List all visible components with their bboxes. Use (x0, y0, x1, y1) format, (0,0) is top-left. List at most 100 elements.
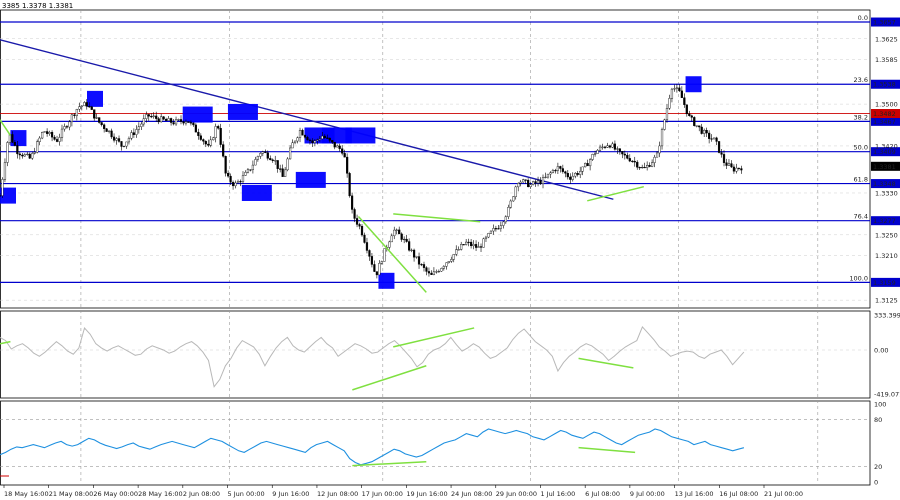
candle-body (28, 153, 31, 159)
candle-body (722, 154, 726, 163)
candle-body (125, 141, 128, 147)
candle-body (323, 135, 326, 139)
candle-body (425, 267, 428, 272)
candle-body (601, 146, 604, 148)
candle-body (95, 117, 98, 119)
candle-body (65, 126, 69, 128)
candle-body (11, 134, 14, 143)
candle-body (670, 88, 674, 99)
candle-body (18, 153, 21, 156)
candle-body (603, 146, 607, 148)
candle-body (219, 127, 222, 145)
candle-body (405, 238, 408, 242)
cci-tick-label: -419.071 (874, 391, 900, 399)
candle-body (675, 87, 679, 89)
candle-body (442, 266, 445, 269)
candle-body (16, 145, 19, 155)
candle-body (152, 115, 155, 117)
candle-body (710, 138, 713, 140)
candle-body (58, 137, 61, 142)
candle-body (678, 87, 681, 92)
candle-body (422, 264, 426, 268)
candle-body (472, 244, 475, 247)
candle-body (189, 122, 193, 124)
candle-body (363, 234, 366, 243)
candle-body (693, 117, 696, 126)
price-tick-label: 1.3125 (875, 297, 898, 305)
candle-body (85, 102, 88, 107)
candle-body (641, 166, 644, 169)
candle-body (127, 138, 131, 143)
candle-body (286, 158, 289, 171)
candle-body (529, 184, 532, 188)
candle-body (70, 114, 74, 123)
candle-body (350, 195, 354, 210)
candle-body (333, 141, 336, 148)
candle-body (43, 131, 46, 133)
candle-body (395, 229, 398, 231)
candle-body (717, 141, 721, 153)
candle-body (358, 224, 361, 227)
time-label: 5 Jun 00:00 (228, 490, 265, 498)
candle-body (46, 131, 49, 134)
signal-box (378, 272, 395, 289)
fib-level-percent: 23.6 (854, 76, 868, 84)
candle-body (581, 166, 584, 172)
candle-body (355, 218, 359, 225)
candle-body (527, 179, 530, 188)
cci-tick-label: 333.3997 (874, 312, 900, 320)
time-label: 17 Jun 00:00 (362, 490, 403, 498)
candle-body (420, 264, 423, 266)
candle-body (90, 106, 93, 110)
candle-body (229, 175, 232, 183)
candle-body (479, 246, 483, 248)
candle-body (398, 229, 401, 235)
candle-body (360, 226, 364, 236)
candle-body (514, 186, 517, 197)
fib-price-label: 1.3277 (873, 217, 896, 225)
time-label: 28 May 16:00 (138, 490, 183, 498)
rsi-tick-label: 0 (874, 479, 878, 487)
time-label: 21 Jul 00:00 (764, 490, 803, 498)
candle-body (375, 271, 378, 276)
candle-body (633, 160, 636, 163)
candle-body (311, 140, 314, 143)
candle-body (579, 171, 582, 175)
fib-price-label: 1.3538 (873, 81, 896, 89)
candle-body (735, 167, 738, 172)
fib-level-percent: 0.0 (858, 14, 868, 22)
candle-body (720, 152, 723, 155)
time-label: 26 May 00:00 (93, 490, 138, 498)
candle-body (725, 162, 728, 166)
candle-body (23, 154, 26, 157)
candle-body (621, 151, 624, 155)
signal-box (685, 76, 702, 93)
candle-body (730, 163, 733, 168)
candle-body (279, 168, 282, 170)
candle-body (306, 137, 309, 141)
candle-body (370, 256, 374, 265)
candle-body (165, 119, 168, 121)
candle-body (673, 88, 676, 90)
candle-body (167, 118, 170, 121)
candle-body (732, 166, 736, 172)
candle-body (571, 175, 574, 180)
candle-body (343, 153, 346, 158)
candle-body (388, 241, 391, 248)
candle-body (214, 126, 217, 139)
fib-level-percent: 61.8 (854, 176, 868, 184)
candle-body (199, 135, 202, 140)
candle-body (561, 168, 564, 172)
candle-body (378, 263, 381, 276)
candle-body (60, 128, 64, 138)
candle-body (26, 153, 29, 155)
candle-body (556, 166, 559, 171)
candle-body (646, 165, 649, 168)
candle-body (655, 152, 659, 158)
candle-body (140, 123, 143, 127)
candle-body (494, 228, 497, 230)
candle-body (574, 173, 577, 177)
candle-body (616, 148, 619, 150)
candle-body (432, 271, 436, 275)
candle-body (541, 177, 545, 184)
